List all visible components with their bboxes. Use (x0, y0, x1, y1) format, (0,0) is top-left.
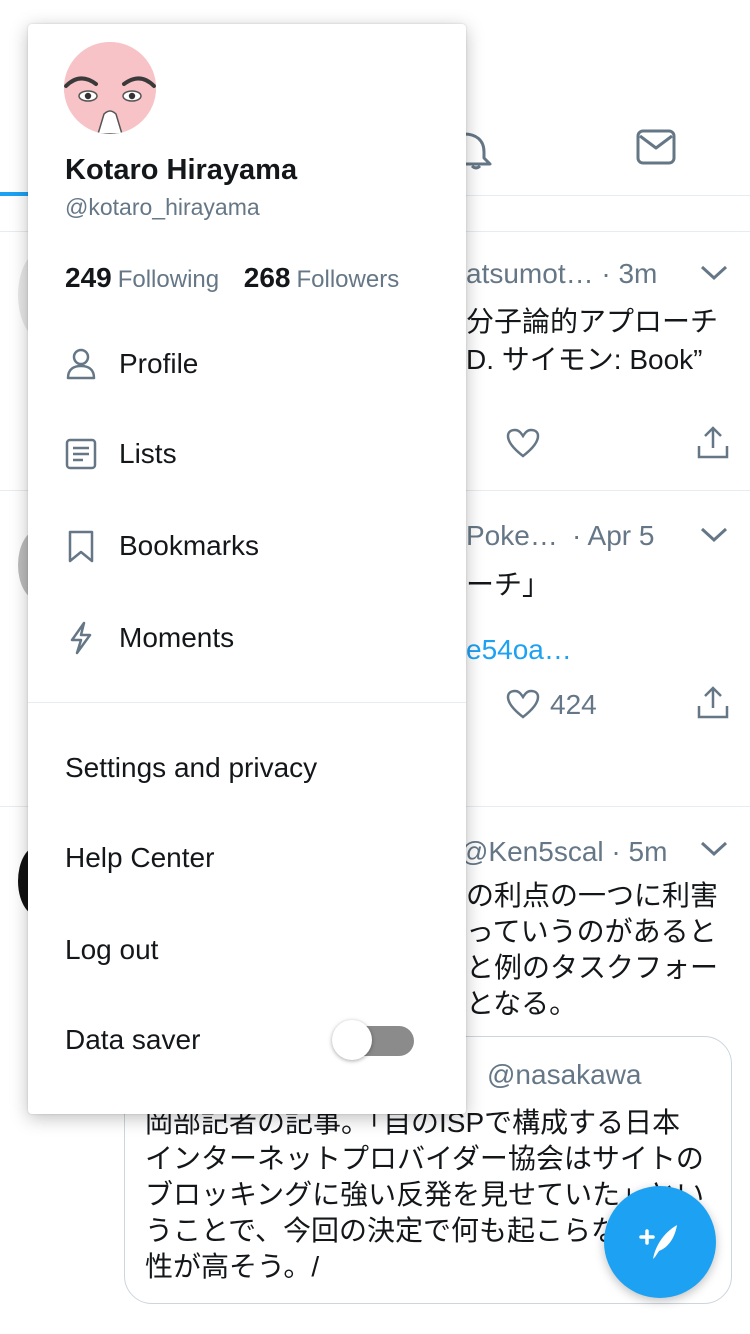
share-icon[interactable] (696, 686, 730, 720)
menu-label: Bookmarks (119, 530, 260, 561)
tweet-text-line: っていうのがあると (466, 916, 717, 947)
quoted-handle: @nasakawa (487, 1059, 642, 1090)
like-count: 424 (550, 689, 597, 720)
messages-envelope-icon[interactable] (636, 128, 676, 166)
avatar-face-illustration (64, 42, 156, 134)
follow-stats: 249 Following 268 Followers (65, 262, 399, 294)
bookmark-icon (68, 530, 94, 563)
menu-divider (28, 702, 466, 703)
person-icon (66, 348, 96, 380)
tweet-text-line: ーチ」 (466, 569, 551, 600)
followers-link[interactable]: 268 Followers (244, 262, 400, 293)
followers-label: Followers (296, 266, 400, 293)
following-link[interactable]: 249 Following (65, 262, 226, 293)
toggle-knob (332, 1020, 372, 1060)
tweet-meta: Poke… (466, 520, 558, 551)
avatar[interactable] (64, 42, 156, 134)
tweet-text-line: となる。 (466, 988, 578, 1019)
like-heart-icon[interactable] (506, 689, 540, 719)
menu-item-moments[interactable]: Moments (28, 598, 466, 678)
compose-feather-icon (639, 1225, 677, 1259)
menu-label: Profile (119, 348, 199, 379)
account-drawer: Kotaro Hirayama @kotaro_hirayama 249 Foll… (28, 24, 466, 1114)
tweet-text-line: D. サイモン: Book” (466, 344, 703, 375)
menu-item-lists[interactable]: Lists (28, 414, 466, 494)
chevron-down-icon[interactable] (700, 264, 728, 282)
share-icon[interactable] (696, 426, 730, 460)
compose-tweet-button[interactable] (604, 1186, 716, 1298)
menu-item-help-center[interactable]: Help Center (65, 842, 214, 874)
chevron-down-icon[interactable] (700, 840, 728, 858)
menu-item-profile[interactable]: Profile (28, 324, 466, 404)
notifications-bell-icon[interactable] (462, 128, 494, 170)
followers-count: 268 (243, 262, 291, 293)
tweet-meta: atsumot… · 3m (466, 258, 658, 289)
quoted-text-line: インターネットプロバイダー協会はサイトの (145, 1143, 704, 1174)
menu-label: Moments (119, 622, 235, 653)
menu-item-log-out[interactable]: Log out (65, 934, 158, 966)
chevron-down-icon[interactable] (700, 526, 728, 544)
menu-item-bookmarks[interactable]: Bookmarks (28, 506, 466, 586)
tweet-link[interactable]: e54oa… (466, 634, 572, 666)
menu-item-settings-and-privacy[interactable]: Settings and privacy (65, 752, 317, 784)
active-tab-indicator (0, 192, 30, 196)
tweet-text-line: と例のタスクフォー (466, 952, 719, 983)
profile-name[interactable]: Kotaro Hirayama (65, 154, 297, 187)
following-label: Following (117, 266, 220, 293)
tweet-text-line: の利点の一つに利害 (466, 880, 719, 911)
quoted-text-line: 性が高そう。/ (145, 1251, 320, 1282)
tweet-time: · Apr 5 (572, 520, 655, 551)
menu-label: Lists (119, 438, 177, 469)
quoted-text-line: うことで、今回の決定で何も起こらな (145, 1215, 620, 1246)
data-saver-toggle[interactable] (332, 1020, 414, 1060)
profile-handle: @kotaro_hirayama (65, 194, 260, 220)
data-saver-label: Data saver (65, 1024, 201, 1055)
tweet-text-line: 分子論的アプローチ (466, 306, 719, 337)
following-count: 249 (65, 262, 112, 293)
list-icon (65, 438, 97, 470)
lightning-icon (70, 621, 92, 655)
like-heart-icon[interactable] (506, 428, 540, 458)
tweet-meta: @Ken5scal · 5m (460, 836, 668, 867)
